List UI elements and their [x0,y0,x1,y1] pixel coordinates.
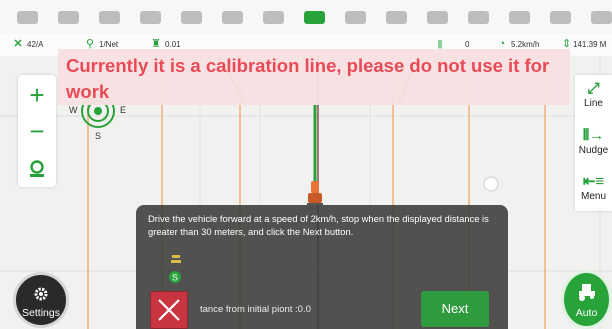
area-value: 141.39 M [573,39,607,49]
compass-west-label: W [69,105,78,115]
auto-label: Auto [575,307,598,319]
satellite-count: 42/A [27,39,44,49]
page-dot[interactable] [468,11,489,24]
svg-text:S: S [172,273,178,283]
compass-east-label: E [120,105,127,115]
line-label: Line [584,98,603,109]
page-dot[interactable] [345,11,366,24]
accuracy-value: 1/Net [99,39,119,49]
instruction-text: Drive the vehicle forward at a speed of … [148,213,489,237]
page-dot[interactable] [509,11,530,24]
page-dot[interactable] [140,11,161,24]
satellite-status: ✕ 42/A [12,38,43,50]
cancel-button[interactable] [150,291,188,329]
page-dot[interactable] [17,11,38,24]
locate-icon [30,160,44,177]
map-controls: + − [18,75,56,187]
menu-icon: ⇤≡ [582,173,605,190]
page-dot-active[interactable] [304,11,325,24]
plus-icon: + [29,80,45,110]
page-indicator [0,0,612,34]
settings-button[interactable]: Settings [13,272,69,328]
compass-south-label: S [95,131,102,141]
right-toolbar: ⤢ Line ⦀→ Nudge ⇤≡ Menu [575,75,612,211]
calibration-dialog: Drive the vehicle forward at a speed of … [136,205,508,329]
zoom-in-button[interactable]: + [18,77,56,113]
zoom-out-button[interactable]: − [18,113,56,149]
page-dot[interactable] [99,11,120,24]
page-dot[interactable] [222,11,243,24]
calibration-warning-banner: Currently it is a calibration line, plea… [58,49,570,105]
distance-readout: tance from initial piont :0.0 [200,304,311,315]
line-button[interactable]: ⤢ Line [575,80,612,110]
page-dot[interactable] [58,11,79,24]
tractor-s-icon: S [168,255,186,285]
tilt-value: 0.01 [165,39,181,49]
speed-value: 5.2km/h [511,39,540,49]
menu-button[interactable]: ⇤≡ Menu [575,173,612,203]
menu-label: Menu [580,191,606,202]
gear-icon [34,287,48,301]
page-dot[interactable] [263,11,284,24]
close-icon [158,299,180,321]
satellite-icon: ✕ [13,38,23,50]
heading-value: 0 [465,39,470,49]
locate-button[interactable] [18,151,56,187]
line-icon: ⤢ [587,80,600,97]
tractor-marker-icon [307,179,323,205]
page-dot[interactable] [427,11,448,24]
page-dot[interactable] [550,11,571,24]
page-dot[interactable] [591,11,612,24]
tractor-icon [579,284,595,301]
settings-label: Settings [22,307,60,319]
auto-steer-button[interactable]: Auto [561,270,612,329]
minus-icon: − [29,116,45,146]
nudge-button[interactable]: ⦀→ Nudge [575,127,612,157]
nudge-icon: ⦀→ [582,127,605,144]
nudge-label: Nudge [578,145,609,156]
warning-text: Currently it is a calibration line, plea… [66,55,550,102]
next-button[interactable]: Next [421,291,489,327]
page-dot[interactable] [181,11,202,24]
page-dot[interactable] [386,11,407,24]
